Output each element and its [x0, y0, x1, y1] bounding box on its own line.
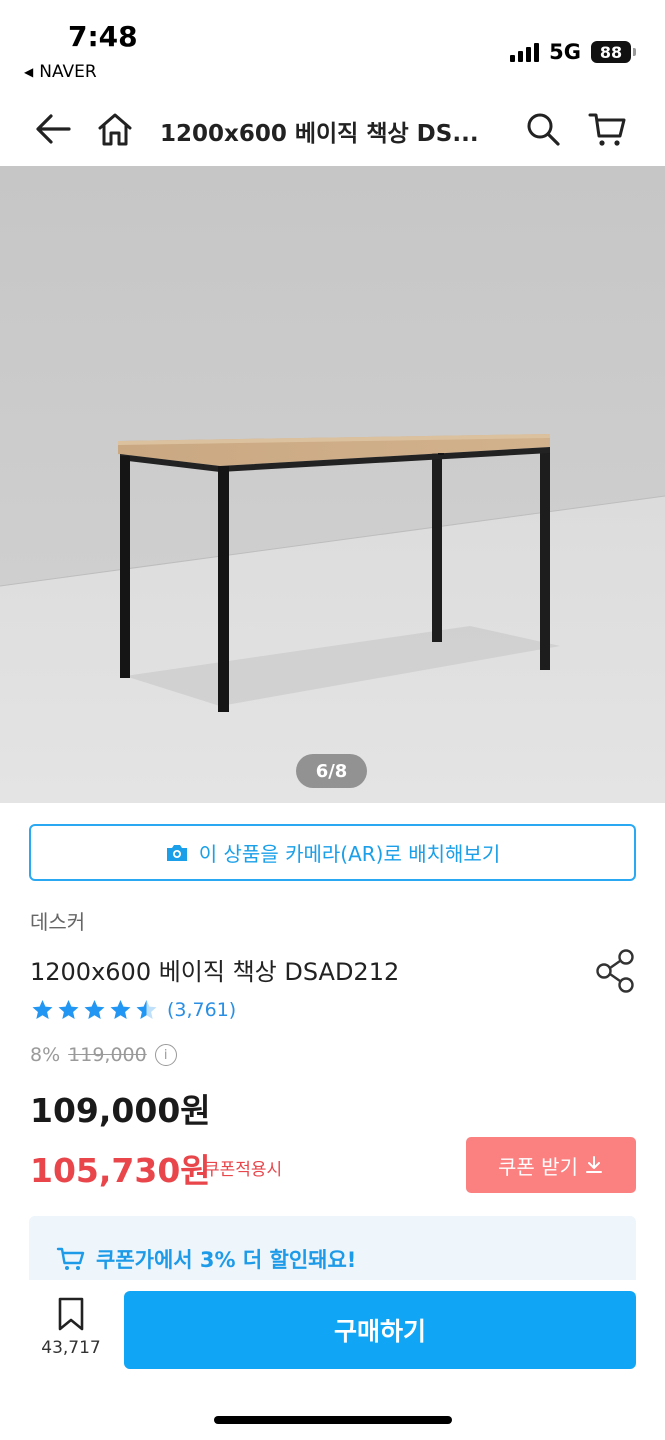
- ar-view-button[interactable]: 이 상품을 카메라(AR)로 배치해보기: [29, 824, 636, 881]
- promo-message: 쿠폰가에서 3% 더 할인돼요!: [56, 1244, 356, 1274]
- get-coupon-button[interactable]: 쿠폰 받기: [466, 1137, 636, 1193]
- network-type: 5G: [549, 40, 581, 64]
- ar-button-label: 이 상품을 카메라(AR)로 배치해보기: [198, 842, 501, 866]
- image-counter: 6/8: [296, 754, 367, 788]
- cart-icon: [588, 113, 626, 146]
- coupon-note: 쿠폰적용시: [204, 1160, 283, 1180]
- search-icon: [527, 113, 560, 146]
- back-button[interactable]: [30, 106, 76, 152]
- cart-icon: [56, 1247, 85, 1270]
- star-icon: [84, 1000, 105, 1019]
- rating-row[interactable]: (3,761): [30, 998, 236, 1022]
- review-count: (3,761): [167, 999, 237, 1021]
- battery-icon: 88: [591, 41, 636, 63]
- back-arrow-icon: [36, 114, 71, 144]
- home-button[interactable]: [92, 106, 138, 152]
- top-navigation: 1200x600 베이직 책상 DS...: [0, 92, 665, 166]
- product-title: 1200x600 베이직 책상 DSAD212: [30, 958, 400, 986]
- bookmark-button[interactable]: 43,717: [36, 1296, 106, 1368]
- product-page: 7:48 ◀ NAVER 5G 88 1200x600 베이직 책상 DS...…: [0, 0, 665, 1440]
- star-icon: [32, 1000, 53, 1019]
- share-button[interactable]: [594, 948, 638, 994]
- star-rating: [30, 998, 159, 1022]
- battery-level: 88: [599, 42, 623, 62]
- discount-percent: 8%: [30, 1044, 61, 1066]
- back-app-label: NAVER: [39, 62, 97, 82]
- info-icon[interactable]: i: [154, 1044, 177, 1066]
- promo-text: 쿠폰가에서 3% 더 할인돼요!: [96, 1248, 357, 1272]
- signal-icon: [510, 42, 540, 62]
- status-time: 7:48: [68, 20, 138, 53]
- buy-button[interactable]: 구매하기: [124, 1291, 636, 1369]
- status-indicators: 5G 88: [510, 40, 636, 64]
- bookmark-count: 43,717: [41, 1338, 101, 1358]
- star-icon: [58, 1000, 79, 1019]
- home-indicator[interactable]: [214, 1416, 452, 1424]
- download-icon: [585, 1156, 602, 1173]
- status-bar: 7:48 ◀ NAVER 5G 88: [0, 0, 665, 92]
- brand-name[interactable]: 데스커: [30, 906, 85, 935]
- star-icon: [110, 1000, 131, 1019]
- search-button[interactable]: [520, 106, 566, 152]
- original-price: 119,000: [68, 1044, 147, 1066]
- bookmark-icon: [58, 1297, 84, 1331]
- back-triangle-icon: ◀: [24, 65, 34, 79]
- buy-button-label: 구매하기: [333, 1317, 426, 1346]
- product-image[interactable]: 6/8: [0, 166, 665, 803]
- page-title: 1200x600 베이직 책상 DS...: [160, 121, 479, 147]
- coupon-button-label: 쿠폰 받기: [498, 1154, 578, 1179]
- half-star-icon: [136, 1000, 157, 1019]
- home-icon: [98, 113, 132, 146]
- back-to-app-link[interactable]: ◀ NAVER: [24, 62, 97, 82]
- camera-icon: [166, 844, 187, 861]
- share-icon: [596, 949, 634, 993]
- sale-price: 109,000원: [30, 1091, 211, 1130]
- coupon-price: 105,730원: [30, 1151, 211, 1190]
- cart-button[interactable]: [585, 106, 631, 152]
- discount-row: 8% 119,000 i: [30, 1044, 177, 1066]
